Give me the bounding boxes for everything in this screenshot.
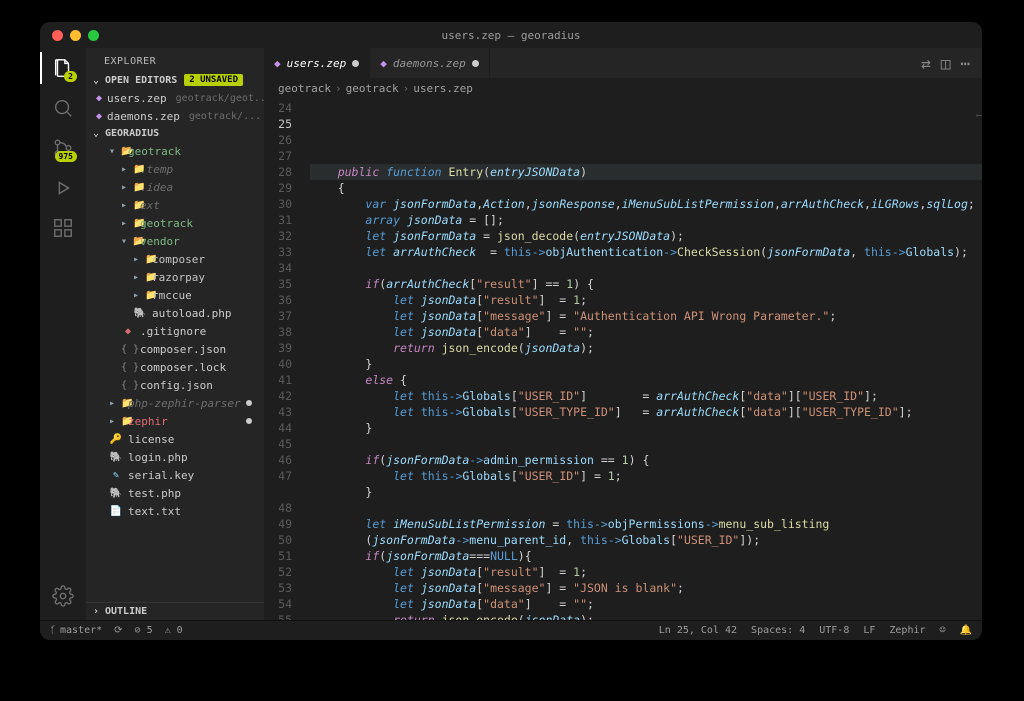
cursor-position[interactable]: Ln 25, Col 42 [659, 625, 737, 636]
code-content[interactable]: ⟵ public function Entry(entryJSONData) {… [306, 98, 982, 620]
more-actions-icon[interactable]: ⋯ [960, 54, 970, 73]
tree-item[interactable]: ▸ 📁geotrack [86, 214, 264, 232]
tree-item[interactable]: ▸ 📁php-zephir-parser [86, 394, 264, 412]
close-window-icon[interactable] [52, 30, 63, 41]
tree-item[interactable]: ◆.gitignore [86, 322, 264, 340]
project-label: GEORADIUS [105, 128, 159, 139]
warnings-count[interactable]: ⚠ 0 [165, 625, 183, 636]
app-body: 2 975 EXPLORER [40, 48, 982, 620]
titlebar[interactable]: users.zep — georadius [40, 22, 982, 48]
window-controls [40, 30, 99, 41]
sync-icon[interactable]: ⟳ [114, 625, 122, 636]
tree-item[interactable]: { }config.json [86, 376, 264, 394]
tree-item[interactable]: ▾ 📂geotrack [86, 142, 264, 160]
tree-item[interactable]: ▸ 📁zephir [86, 412, 264, 430]
tree-item[interactable]: { }composer.lock [86, 358, 264, 376]
tree-item[interactable]: 🐘test.php [86, 484, 264, 502]
extensions-icon[interactable] [51, 216, 75, 240]
editor-window: users.zep — georadius 2 975 [40, 22, 982, 640]
editor-actions: ⇄ ◫ ⋯ [921, 48, 982, 78]
tree-item[interactable]: 🐘autoload.php [86, 304, 264, 322]
tree-item[interactable]: ▸ 📁ext [86, 196, 264, 214]
tree-item[interactable]: ✎serial.key [86, 466, 264, 484]
tree-item[interactable]: 🐘login.php [86, 448, 264, 466]
open-editors-list: ◆users.zepgeotrack/geot...◆daemons.zepge… [86, 89, 264, 125]
errors-count[interactable]: ⊘ 5 [135, 625, 153, 636]
file-tree: ▾ 📂geotrack▸ 📁.temp▸ 📁.idea▸ 📁ext▸ 📁geot… [86, 142, 264, 602]
tab-bar: ◆users.zep◆daemons.zep ⇄ ◫ ⋯ [264, 48, 982, 78]
search-icon[interactable] [51, 96, 75, 120]
tree-item[interactable]: 📄text.txt [86, 502, 264, 520]
breadcrumb-segment[interactable]: geotrack [278, 82, 331, 95]
outline-header[interactable]: ›OUTLINE [86, 602, 264, 620]
sidebar: EXPLORER ⌄OPEN EDITORS 2 UNSAVED ◆users.… [86, 48, 264, 620]
scm-icon[interactable]: 975 [51, 136, 75, 160]
explorer-icon[interactable]: 2 [51, 56, 75, 80]
split-editor-icon[interactable]: ◫ [941, 54, 951, 73]
maximize-window-icon[interactable] [88, 30, 99, 41]
encoding[interactable]: UTF-8 [819, 625, 849, 636]
explorer-badge: 2 [64, 71, 77, 82]
line-gutter: 2425262728293031323334353637383940414243… [264, 98, 306, 620]
debug-icon[interactable] [51, 176, 75, 200]
tree-item[interactable]: { }composer.json [86, 340, 264, 358]
indent-setting[interactable]: Spaces: 4 [751, 625, 805, 636]
activity-bar: 2 975 [40, 48, 86, 620]
editor-area: ◆users.zep◆daemons.zep ⇄ ◫ ⋯ geotrack›ge… [264, 48, 982, 620]
tree-item[interactable]: ▸ 📁razorpay [86, 268, 264, 286]
open-editors-label: OPEN EDITORS [105, 75, 177, 86]
tree-item[interactable]: 🔑license [86, 430, 264, 448]
breadcrumb[interactable]: geotrack›geotrack›users.zep [264, 78, 982, 98]
scroll-indicator-icon: ⟵ [977, 108, 982, 124]
open-editor-item[interactable]: ◆users.zepgeotrack/geot... [86, 89, 264, 107]
project-header[interactable]: ⌄GEORADIUS [86, 125, 264, 142]
tree-item[interactable]: ▸ 📁.temp [86, 160, 264, 178]
minimize-window-icon[interactable] [70, 30, 81, 41]
breadcrumb-segment[interactable]: users.zep [413, 82, 473, 95]
statusbar: ᚶ master* ⟳ ⊘ 5 ⚠ 0 Ln 25, Col 42 Spaces… [40, 620, 982, 640]
eol[interactable]: LF [863, 625, 875, 636]
notifications-bell-icon[interactable]: 🔔 [960, 625, 972, 636]
git-branch[interactable]: ᚶ master* [50, 625, 102, 636]
unsaved-badge: 2 UNSAVED [184, 74, 243, 86]
feedback-icon[interactable]: ☺ [940, 625, 946, 636]
editor-tab[interactable]: ◆daemons.zep [370, 48, 489, 78]
editor-tab[interactable]: ◆users.zep [264, 48, 370, 78]
open-editor-item[interactable]: ◆daemons.zepgeotrack/... [86, 107, 264, 125]
tree-item[interactable]: ▾ 📂vendor [86, 232, 264, 250]
tree-item[interactable]: ▸ 📁rmccue [86, 286, 264, 304]
language-mode[interactable]: Zephir [889, 625, 925, 636]
tree-item[interactable]: ▸ 📁composer [86, 250, 264, 268]
outline-label: OUTLINE [105, 606, 147, 617]
scm-badge: 975 [55, 151, 77, 162]
settings-gear-icon[interactable] [51, 584, 75, 608]
open-editors-header[interactable]: ⌄OPEN EDITORS 2 UNSAVED [86, 71, 264, 89]
compare-icon[interactable]: ⇄ [921, 54, 931, 73]
sidebar-title: EXPLORER [86, 48, 264, 71]
breadcrumb-segment[interactable]: geotrack [346, 82, 399, 95]
window-title: users.zep — georadius [40, 29, 982, 42]
code-editor[interactable]: 2425262728293031323334353637383940414243… [264, 98, 982, 620]
tree-item[interactable]: ▸ 📁.idea [86, 178, 264, 196]
